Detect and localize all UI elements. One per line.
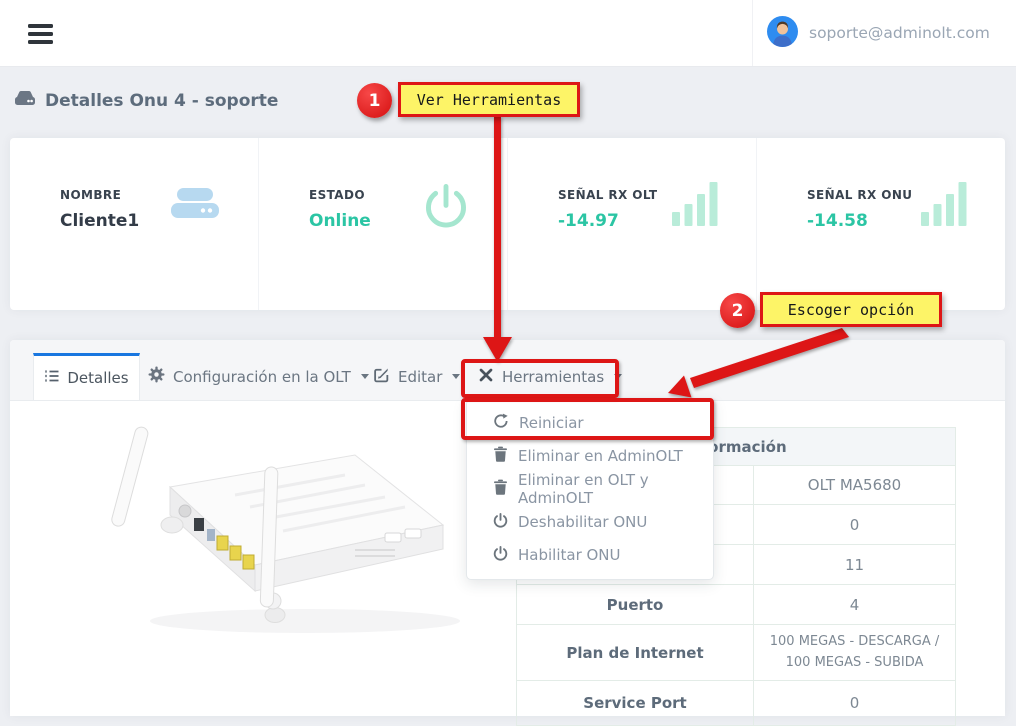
row-value: 0 (754, 505, 956, 545)
stat-nombre: NOMBRE Cliente1 (10, 138, 259, 310)
row-label: Puerto (517, 585, 754, 625)
trash-icon (493, 446, 508, 466)
menu-item-label: Eliminar en OLT y AdminOLT (518, 471, 713, 507)
menu-toggle-icon[interactable] (28, 24, 53, 44)
user-email: soporte@adminolt.com (809, 24, 990, 42)
page-title-text: Detalles Onu 4 - soporte (45, 91, 278, 111)
row-value: 11 (754, 545, 956, 585)
annotation-frame-herramientas (461, 359, 619, 398)
annotation-callout-ver-herramientas: Ver Herramientas (398, 82, 580, 117)
edit-icon (373, 366, 390, 387)
row-value: 100 MEGAS - DESCARGA / 100 MEGAS - SUBID… (754, 625, 956, 681)
gear-icon (148, 366, 165, 387)
tab-label: Editar (398, 368, 442, 386)
tab-editar[interactable]: Editar (373, 353, 460, 400)
stat-estado: ESTADO Online (259, 138, 508, 310)
trash-icon (493, 479, 508, 499)
menu-item-label: Habilitar ONU (518, 546, 621, 564)
onu-product-image (55, 425, 465, 654)
caret-down-icon (452, 374, 460, 379)
row-value: OLT MA5680 (754, 466, 956, 505)
caret-down-icon (361, 374, 369, 379)
menu-item-eliminar-adminolt[interactable]: Eliminar en AdminOLT (467, 439, 713, 472)
signal-bars-icon (921, 182, 967, 230)
user-menu[interactable]: soporte@adminolt.com (752, 0, 1005, 66)
row-value: 0 (754, 681, 956, 726)
tab-label: Configuración en la OLT (173, 368, 351, 386)
row-label: Plan de Internet (517, 625, 754, 681)
stat-senal-rx-olt: SEÑAL RX OLT -14.97 (508, 138, 757, 310)
power-icon (423, 182, 469, 234)
top-navbar: soporte@adminolt.com (0, 0, 1016, 67)
onu-status-card: NOMBRE Cliente1 ESTADO Online SEÑAL RX O… (10, 138, 1005, 310)
avatar (767, 16, 798, 51)
menu-item-label: Eliminar en AdminOLT (518, 447, 683, 465)
menu-item-habilitar-onu[interactable]: Habilitar ONU (467, 538, 713, 571)
annotation-step-2-badge: 2 (720, 293, 755, 328)
list-icon (44, 368, 60, 388)
page-title: Detalles Onu 4 - soporte (14, 90, 278, 112)
table-row: Plan de Internet 100 MEGAS - DESCARGA / … (517, 625, 956, 681)
menu-item-deshabilitar-onu[interactable]: Deshabilitar ONU (467, 505, 713, 538)
tab-label: Detalles (67, 369, 128, 387)
router-icon (170, 182, 220, 226)
table-row: Puerto 4 (517, 585, 956, 625)
table-row: Service Port 0 (517, 681, 956, 726)
annotation-frame-reiniciar (461, 398, 714, 440)
row-value: 4 (754, 585, 956, 625)
menu-item-label: Deshabilitar ONU (518, 513, 647, 531)
server-icon (14, 90, 36, 112)
row-label: Service Port (517, 681, 754, 726)
stat-senal-rx-onu: SEÑAL RX ONU -14.58 (757, 138, 1005, 310)
annotation-callout-escoger-opcion: Escoger opción (760, 292, 942, 327)
tab-detalles[interactable]: Detalles (33, 353, 140, 400)
signal-bars-icon (672, 182, 718, 230)
power-icon (493, 512, 508, 532)
tab-configuracion-olt[interactable]: Configuración en la OLT (148, 353, 369, 400)
power-icon (493, 545, 508, 565)
menu-item-eliminar-olt-adminolt[interactable]: Eliminar en OLT y AdminOLT (467, 472, 713, 505)
annotation-step-1-badge: 1 (357, 83, 392, 118)
